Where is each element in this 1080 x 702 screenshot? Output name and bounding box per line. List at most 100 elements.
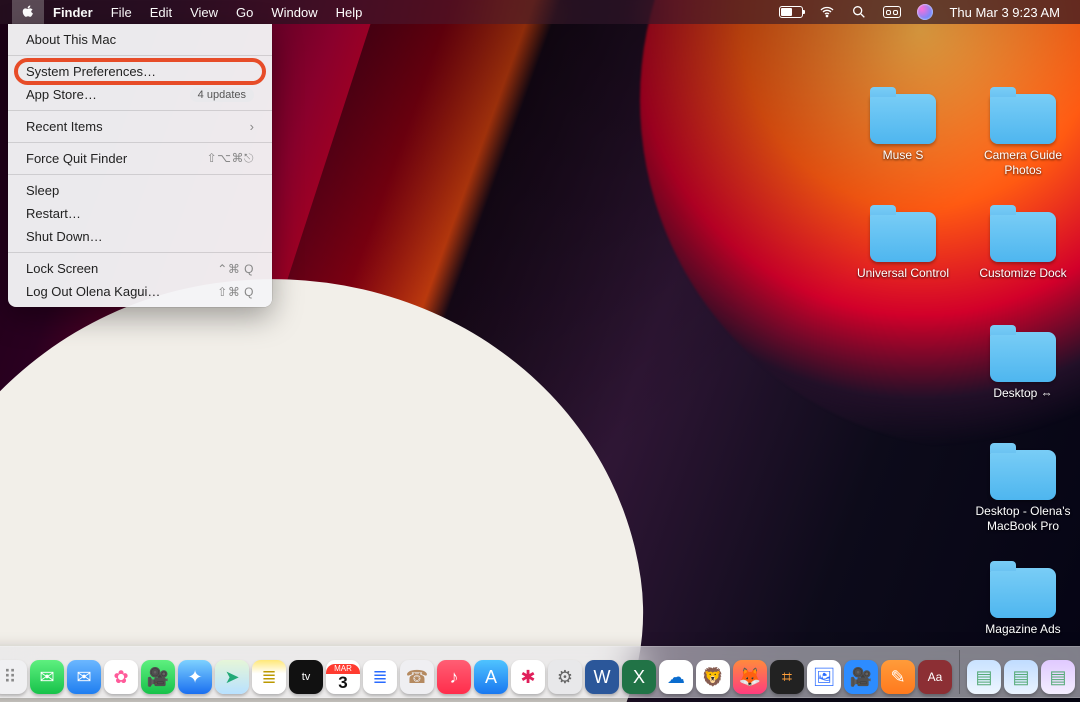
menubar: Finder FileEditViewGoWindowHelp Thu Mar … <box>0 0 1080 24</box>
menubar-item-view[interactable]: View <box>181 0 227 24</box>
control-center-icon[interactable] <box>875 0 909 24</box>
dock-app-music[interactable]: ♪ <box>437 660 471 694</box>
dock: ☺⠿✉✉✿🎥✦➤≣tvMAR3≣☎♪A✱⚙WX☁🦁🦊⌗🖼🎥✎Aa▤▤▤ <box>0 646 1080 698</box>
menu-recent-items[interactable]: Recent Items › <box>8 115 272 138</box>
keyboard-shortcut: ⇧⌥⌘⎋ <box>207 151 254 166</box>
menu-system-preferences[interactable]: System Preferences… <box>8 60 272 83</box>
folder-label: Camera Guide Photos <box>964 148 1080 178</box>
menu-item-label: App Store… <box>26 87 97 102</box>
keyboard-shortcut: ⇧⌘ Q <box>217 285 254 299</box>
siri-icon[interactable] <box>909 0 941 24</box>
folder-label: Universal Control <box>844 266 962 281</box>
menu-force-quit[interactable]: Force Quit Finder ⇧⌥⌘⎋ <box>8 147 272 170</box>
dock-app-settings[interactable]: ⚙ <box>548 660 582 694</box>
battery-status-icon[interactable] <box>771 0 811 24</box>
folder-icon <box>990 568 1056 618</box>
dock-app-maps[interactable]: ➤ <box>215 660 249 694</box>
dock-app-doc2[interactable]: ▤ <box>1004 660 1038 694</box>
menubar-item-window[interactable]: Window <box>262 0 326 24</box>
menu-sleep[interactable]: Sleep <box>8 179 272 202</box>
spotlight-search-icon[interactable] <box>843 0 875 24</box>
dock-app-notes[interactable]: ≣ <box>252 660 286 694</box>
dock-app-safari[interactable]: ✦ <box>178 660 212 694</box>
menu-lock-screen[interactable]: Lock Screen ⌃⌘ Q <box>8 257 272 280</box>
dock-app-contacts[interactable]: ☎ <box>400 660 434 694</box>
dock-app-reminders[interactable]: ≣ <box>363 660 397 694</box>
folder-icon <box>990 94 1056 144</box>
dock-app-appstore[interactable]: A <box>474 660 508 694</box>
menu-separator <box>8 110 272 111</box>
desktop-folder[interactable]: Muse S <box>844 94 962 163</box>
chevron-right-icon: › <box>250 119 254 134</box>
menubar-item-file[interactable]: File <box>102 0 141 24</box>
menu-restart[interactable]: Restart… <box>8 202 272 225</box>
dock-separator <box>959 650 960 694</box>
dock-app-doc1[interactable]: ▤ <box>967 660 1001 694</box>
dock-app-preview[interactable]: 🖼 <box>807 660 841 694</box>
menu-separator <box>8 55 272 56</box>
menu-separator <box>8 252 272 253</box>
menu-about-this-mac[interactable]: About This Mac <box>8 28 272 51</box>
menu-item-label: Recent Items <box>26 119 103 134</box>
menu-log-out[interactable]: Log Out Olena Kagui… ⇧⌘ Q <box>8 280 272 303</box>
dock-app-onedrive[interactable]: ☁ <box>659 660 693 694</box>
dock-app-launchpad[interactable]: ⠿ <box>0 660 27 694</box>
menu-item-label: Force Quit Finder <box>26 151 127 166</box>
app-store-updates-badge: 4 updates <box>190 88 254 102</box>
menu-shut-down[interactable]: Shut Down… <box>8 225 272 248</box>
dock-app-brave[interactable]: 🦁 <box>696 660 730 694</box>
folder-label: Desktop ⇔ <box>964 386 1080 401</box>
desktop-folder[interactable]: Desktop - Olena's MacBook Pro <box>964 450 1080 534</box>
desktop-folder[interactable]: Magazine Ads <box>964 568 1080 637</box>
dock-app-word[interactable]: W <box>585 660 619 694</box>
menu-item-label: System Preferences… <box>26 64 156 79</box>
dock-app-doc3[interactable]: ▤ <box>1041 660 1075 694</box>
dock-app-facetime[interactable]: 🎥 <box>141 660 175 694</box>
desktop-folder[interactable]: Customize Dock <box>964 212 1080 281</box>
dock-app-slack[interactable]: ✱ <box>511 660 545 694</box>
folder-icon <box>990 212 1056 262</box>
apple-logo-icon <box>21 5 35 19</box>
folder-icon <box>870 94 936 144</box>
menu-item-label: Restart… <box>26 206 81 221</box>
folder-label: Magazine Ads <box>964 622 1080 637</box>
menu-item-label: Shut Down… <box>26 229 103 244</box>
menubar-app-name[interactable]: Finder <box>44 0 102 24</box>
menubar-clock[interactable]: Thu Mar 3 9:23 AM <box>941 0 1068 24</box>
menubar-left: Finder FileEditViewGoWindowHelp <box>12 0 371 24</box>
menubar-right: Thu Mar 3 9:23 AM <box>771 0 1068 24</box>
menubar-item-edit[interactable]: Edit <box>141 0 181 24</box>
menubar-item-go[interactable]: Go <box>227 0 262 24</box>
folder-icon <box>990 450 1056 500</box>
menu-item-label: Sleep <box>26 183 59 198</box>
dock-app-appletv[interactable]: tv <box>289 660 323 694</box>
apple-menu-dropdown: About This Mac System Preferences… App S… <box>8 24 272 307</box>
apple-menu[interactable] <box>12 0 44 24</box>
dock-app-calendar[interactable]: MAR3 <box>326 660 360 694</box>
folder-icon <box>870 212 936 262</box>
menu-item-label: Log Out Olena Kagui… <box>26 284 160 299</box>
folder-label: Customize Dock <box>964 266 1080 281</box>
menu-item-label: About This Mac <box>26 32 116 47</box>
wifi-status-icon[interactable] <box>811 0 843 24</box>
dock-app-pages[interactable]: ✎ <box>881 660 915 694</box>
dock-app-messages[interactable]: ✉ <box>30 660 64 694</box>
dock-container: ☺⠿✉✉✿🎥✦➤≣tvMAR3≣☎♪A✱⚙WX☁🦁🦊⌗🖼🎥✎Aa▤▤▤ <box>0 646 1080 698</box>
desktop-folder[interactable]: Universal Control <box>844 212 962 281</box>
menu-app-store[interactable]: App Store… 4 updates <box>8 83 272 106</box>
dock-app-zoom[interactable]: 🎥 <box>844 660 878 694</box>
menu-item-label: Lock Screen <box>26 261 98 276</box>
folder-icon <box>990 332 1056 382</box>
desktop-folder[interactable]: Camera Guide Photos <box>964 94 1080 178</box>
desktop-folder[interactable]: Desktop ⇔ <box>964 332 1080 401</box>
menu-separator <box>8 174 272 175</box>
dock-app-mail[interactable]: ✉ <box>67 660 101 694</box>
menubar-item-help[interactable]: Help <box>327 0 372 24</box>
dock-app-calculator[interactable]: ⌗ <box>770 660 804 694</box>
menu-separator <box>8 142 272 143</box>
folder-label: Desktop - Olena's MacBook Pro <box>964 504 1080 534</box>
dock-app-excel[interactable]: X <box>622 660 656 694</box>
dock-app-photos[interactable]: ✿ <box>104 660 138 694</box>
dock-app-dictionary[interactable]: Aa <box>918 660 952 694</box>
dock-app-firefox[interactable]: 🦊 <box>733 660 767 694</box>
